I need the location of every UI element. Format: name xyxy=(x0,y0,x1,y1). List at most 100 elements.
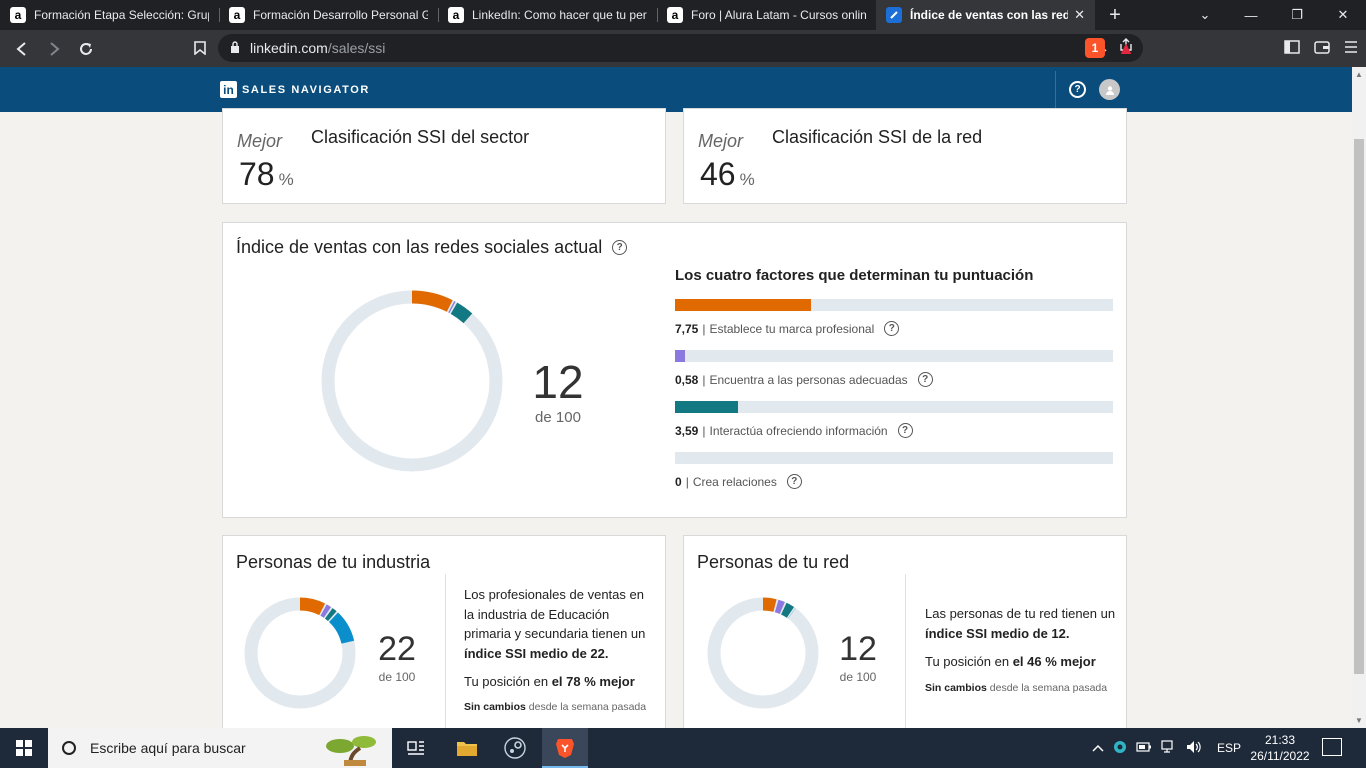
close-tab-icon[interactable]: ✕ xyxy=(1074,7,1085,23)
address-bar[interactable]: linkedin.com/sales/ssi xyxy=(218,34,1143,62)
donut-segment xyxy=(448,301,456,314)
ssi-donut-chart xyxy=(321,290,503,472)
industry-score-of: de 100 xyxy=(378,670,416,684)
industry-donut-chart xyxy=(244,597,356,709)
help-icon[interactable]: ? xyxy=(612,240,628,255)
ssi-title: Índice de ventas con las redes sociales … xyxy=(236,237,628,258)
network-ranking-title: Clasificación SSI de la red xyxy=(772,127,983,147)
volume-icon[interactable] xyxy=(1186,740,1202,757)
menu-icon[interactable] xyxy=(1344,40,1358,57)
donut-segment xyxy=(324,608,337,622)
tab-search-icon[interactable]: ⌄ xyxy=(1182,0,1228,30)
scroll-up-icon[interactable]: ▲ xyxy=(1355,70,1363,79)
forward-icon[interactable] xyxy=(38,33,70,65)
factor-bar-fill xyxy=(675,350,685,362)
back-icon[interactable] xyxy=(6,33,38,65)
factor-label: 3,59 | Interactúa ofreciendo información? xyxy=(675,423,1113,438)
steam-icon[interactable] xyxy=(503,736,527,760)
ssi-score-of: de 100 xyxy=(535,409,581,426)
tab-title: Formación Etapa Selección: Grupo xyxy=(34,8,209,22)
network-card: Personas de tu red 12 de 100 Las persona… xyxy=(683,535,1127,735)
tab-title: Índice de ventas con las redes xyxy=(910,8,1069,22)
network-description: Las personas de tu red tienen un índice … xyxy=(925,606,1116,641)
factor-engage: 3,59 | Interactúa ofreciendo información? xyxy=(675,401,1113,438)
sector-best-label: Mejor xyxy=(237,131,283,151)
browser-tab-4[interactable]: a Foro | Alura Latam - Cursos online xyxy=(657,0,876,30)
bonsai-illustration-icon xyxy=(326,736,376,766)
search-placeholder: Escribe aquí para buscar xyxy=(90,740,246,756)
factors-title: Los cuatro factores que determinan tu pu… xyxy=(675,267,1034,284)
factor-bar-track xyxy=(675,299,1113,311)
alura-favicon-icon: a xyxy=(10,7,26,23)
network-icon[interactable] xyxy=(1161,739,1177,757)
avatar[interactable] xyxy=(1099,79,1120,100)
browser-tab-2[interactable]: a Formación Desarrollo Personal G4 xyxy=(219,0,438,30)
maximize-button[interactable]: ❐ xyxy=(1274,0,1320,30)
help-icon[interactable]: ? xyxy=(884,321,900,336)
task-view-icon[interactable] xyxy=(404,736,428,760)
edge-tray-icon[interactable] xyxy=(1113,740,1127,757)
clock-date: 26/11/2022 xyxy=(1250,749,1310,763)
network-score-of: de 100 xyxy=(839,670,877,684)
donut-segment xyxy=(762,597,777,612)
notification-center-icon[interactable] xyxy=(1322,738,1342,756)
industry-description: Los profesionales de ventas en la indust… xyxy=(464,587,646,661)
help-icon[interactable]: ? xyxy=(786,474,802,489)
help-icon[interactable]: ? xyxy=(917,372,933,387)
brave-shields-icon[interactable]: 1 xyxy=(1085,38,1105,58)
industry-change: Sin cambios desde la semana pasada xyxy=(464,701,647,713)
linkedin-logo-icon: in xyxy=(220,81,237,98)
bookmark-icon[interactable] xyxy=(184,32,216,64)
network-position: Tu posición en el 46 % mejor xyxy=(925,654,1096,669)
wallet-icon[interactable] xyxy=(1314,40,1330,58)
industry-score-value: 22 xyxy=(378,630,416,668)
logo-text: SALES NAVIGATOR xyxy=(242,83,370,96)
new-tab-button[interactable]: + xyxy=(1095,0,1135,30)
scroll-down-icon[interactable]: ▼ xyxy=(1355,716,1363,725)
factor-bar-track xyxy=(675,401,1113,413)
browser-tab-3[interactable]: a LinkedIn: Como hacer que tu perfil xyxy=(438,0,657,30)
browser-tab-strip: a Formación Etapa Selección: Grupo a For… xyxy=(0,0,1366,30)
page-scrollbar[interactable]: ▲ ▼ xyxy=(1352,67,1366,728)
scroll-thumb[interactable] xyxy=(1354,139,1364,674)
windows-taskbar: Escribe aquí para buscar ESP 21:33 26/11… xyxy=(0,728,1366,768)
browser-tab-1[interactable]: a Formación Etapa Selección: Grupo xyxy=(0,0,219,30)
ssi-score: 12 de 100 xyxy=(523,359,593,426)
brave-browser-icon[interactable] xyxy=(553,736,577,760)
taskbar-search-box[interactable]: Escribe aquí para buscar xyxy=(48,728,392,768)
network-ranking-card: Mejor Clasificación SSI de la red 46% xyxy=(683,108,1127,204)
brave-rewards-icon[interactable]: ▲ xyxy=(1116,38,1136,58)
industry-score: 22 de 100 xyxy=(373,632,421,684)
close-window-button[interactable]: ✕ xyxy=(1320,0,1366,30)
factor-bar-fill xyxy=(675,299,811,311)
sidebar-toggle-icon[interactable] xyxy=(1284,39,1300,58)
search-icon xyxy=(62,741,76,755)
ssi-title-text: Índice de ventas con las redes sociales … xyxy=(236,237,603,257)
taskbar-clock[interactable]: 21:33 26/11/2022 xyxy=(1240,732,1320,764)
file-explorer-icon[interactable] xyxy=(455,736,479,760)
reload-icon[interactable] xyxy=(70,33,102,65)
sales-navigator-logo[interactable]: in SALES NAVIGATOR xyxy=(220,81,370,98)
language-indicator[interactable]: ESP xyxy=(1217,741,1241,755)
help-icon[interactable]: ? xyxy=(897,423,913,438)
alura-favicon-icon: a xyxy=(229,7,245,23)
sector-ranking-title: Clasificación SSI del sector xyxy=(311,127,530,147)
help-icon[interactable]: ? xyxy=(1069,81,1086,98)
factor-bar-track xyxy=(675,350,1113,362)
alura-favicon-icon: a xyxy=(667,7,683,23)
donut-segment xyxy=(450,302,473,324)
tray-chevron-up-icon[interactable] xyxy=(1092,741,1104,755)
factor-bar-track xyxy=(675,452,1113,464)
minimize-button[interactable]: — xyxy=(1228,0,1274,30)
windows-start-icon[interactable] xyxy=(16,740,32,756)
donut-segment xyxy=(774,599,785,614)
industry-card: Personas de tu industria 22 de 100 Los p… xyxy=(222,535,666,735)
donut-segment xyxy=(328,612,355,644)
ssi-score-card: Índice de ventas con las redes sociales … xyxy=(222,222,1127,518)
battery-icon[interactable] xyxy=(1136,741,1152,755)
factor-label: 7,75 | Establece tu marca profesional? xyxy=(675,321,1113,336)
donut-segment xyxy=(320,604,332,618)
network-ranking-value: 46% xyxy=(700,156,755,192)
factor-label: 0 | Crea relaciones? xyxy=(675,474,1113,489)
browser-tab-5-active[interactable]: Índice de ventas con las redes ✕ xyxy=(876,0,1095,30)
